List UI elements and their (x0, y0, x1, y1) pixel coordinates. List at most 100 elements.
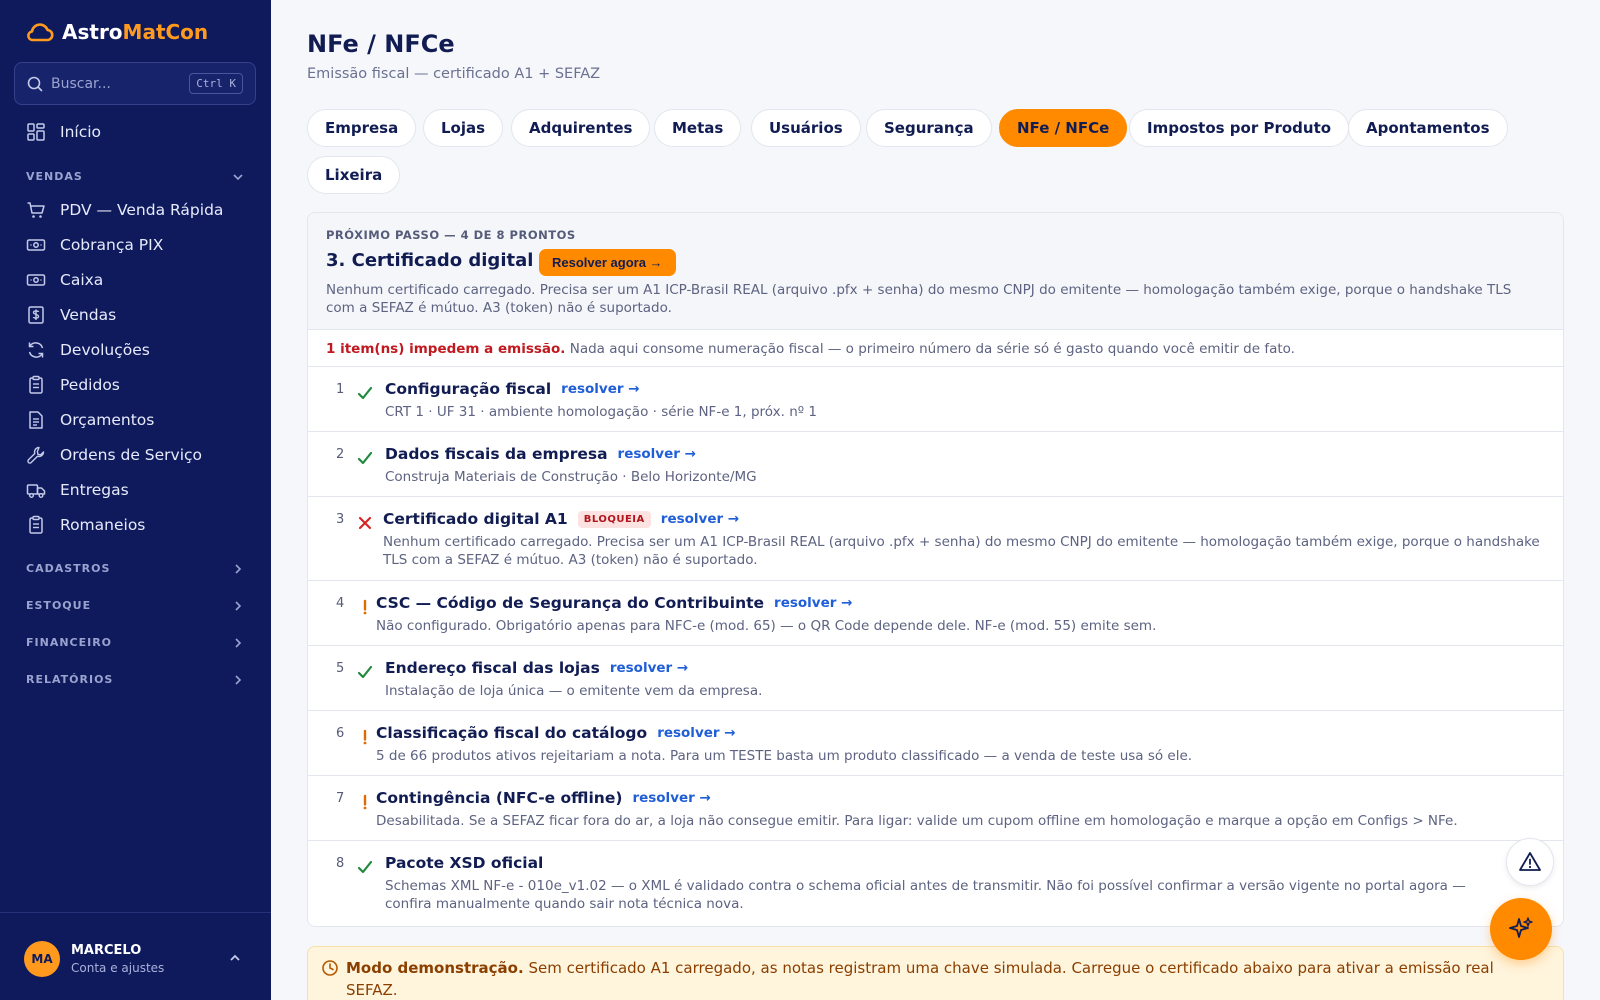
item-title: Endereço fiscal das lojas (385, 659, 600, 677)
ai-assistant-button[interactable] (1490, 898, 1552, 960)
document-icon (29, 411, 43, 429)
avatar: MA (24, 941, 60, 977)
item-title: Certificado digital A1 (383, 510, 568, 528)
brand-logo[interactable]: AstroMatCon (24, 20, 208, 44)
tab-impostos-por-produto[interactable]: Impostos por Produto (1129, 109, 1350, 147)
item-title: Pacote XSD oficial (385, 854, 544, 872)
section-label: FINANCEIRO (26, 636, 113, 649)
demo-mode-banner: Modo demonstração. Sem certificado A1 ca… (307, 946, 1564, 1000)
sidebar-item-label: Caixa (60, 271, 104, 289)
tab-adquirentes[interactable]: Adquirentes (511, 109, 651, 147)
chevron-up-icon (230, 954, 240, 961)
item-title: Contingência (NFC-e offline) (376, 789, 623, 807)
search-box[interactable]: Ctrl K (14, 62, 256, 105)
section-estoque[interactable]: ESTOQUE (26, 599, 244, 612)
item-title-row: Dados fiscais da empresa resolver → (385, 445, 696, 463)
sidebar-item-label: Devoluções (60, 341, 150, 359)
check-icon (357, 860, 373, 874)
search-icon (27, 76, 43, 91)
sidebar-item-pdv[interactable]: PDV — Venda Rápida (26, 198, 223, 222)
resolve-now-button[interactable]: Resolver agora → (539, 249, 676, 276)
tab-apontamentos[interactable]: Apontamentos (1348, 109, 1508, 147)
resolve-link[interactable]: resolver → (610, 660, 688, 676)
grid-icon (27, 123, 45, 141)
brand-name-part1: Astro (62, 20, 123, 44)
section-label: CADASTROS (26, 562, 111, 575)
resolve-link[interactable]: resolver → (618, 446, 696, 462)
sidebar: AstroMatCon Ctrl K Início VENDAS PDV — V… (0, 0, 271, 1000)
item-description: Nenhum certificado carregado. Precisa se… (383, 534, 1540, 568)
sidebar-item-pedidos[interactable]: Pedidos (26, 373, 120, 397)
check-icon (357, 451, 373, 465)
tab-metas[interactable]: Metas (654, 109, 742, 147)
truck-icon (26, 484, 46, 498)
section-cadastros[interactable]: CADASTROS (26, 562, 244, 575)
checklist-item-configuracao-fiscal: 1 Configuração fiscal resolver → CRT 1 ·… (308, 366, 1563, 431)
search-input[interactable] (51, 75, 190, 92)
blocking-badge: BLOQUEIA (577, 510, 651, 528)
clipboard-list-icon (29, 515, 43, 534)
x-icon (358, 516, 372, 530)
resolve-link[interactable]: resolver → (774, 595, 852, 611)
resolve-link[interactable]: resolver → (661, 511, 739, 527)
sidebar-item-caixa[interactable]: Caixa (26, 268, 103, 292)
tab-empresa[interactable]: Empresa (307, 109, 417, 147)
item-number: 6 (336, 726, 345, 741)
tab-nfe-nfce[interactable]: NFe / NFCe (999, 109, 1128, 147)
sidebar-item-label: PDV — Venda Rápida (60, 201, 224, 219)
exclamation-icon (363, 599, 367, 615)
item-number: 4 (336, 596, 345, 611)
sidebar-item-ordens-servico[interactable]: Ordens de Serviço (26, 443, 202, 467)
warning-triangle-icon (1519, 852, 1541, 871)
chevron-right-icon (235, 674, 242, 685)
cash-register-icon (26, 274, 46, 286)
section-financeiro[interactable]: FINANCEIRO (26, 636, 244, 649)
wrench-icon (27, 446, 45, 464)
sidebar-item-cobranca-pix[interactable]: Cobrança PIX (26, 233, 163, 257)
sidebar-item-devolucoes[interactable]: Devoluções (26, 338, 150, 362)
cash-icon (26, 239, 46, 251)
sidebar-item-label: Orçamentos (60, 411, 155, 429)
dollar-receipt-icon (28, 306, 44, 324)
resolve-link[interactable]: resolver → (657, 725, 735, 741)
demo-mode-text: Modo demonstração. Sem certificado A1 ca… (346, 957, 1546, 1000)
sidebar-item-label: Entregas (60, 481, 129, 499)
chevron-down-icon (233, 173, 243, 180)
item-title-row: Endereço fiscal das lojas resolver → (385, 659, 688, 677)
sidebar-item-label: Romaneios (60, 516, 146, 534)
item-number: 2 (336, 447, 345, 462)
sidebar-item-inicio[interactable]: Início (26, 120, 101, 144)
sidebar-item-entregas[interactable]: Entregas (26, 478, 129, 502)
clock-icon (322, 960, 338, 976)
tab-lixeira[interactable]: Lixeira (307, 156, 401, 194)
demo-mode-title: Modo demonstração. (346, 959, 524, 977)
user-subtitle: Conta e ajustes (71, 961, 165, 975)
section-vendas[interactable]: VENDAS (26, 170, 244, 183)
check-icon (357, 386, 373, 400)
item-description: Schemas XML NF-e - 010e_v1.02 — o XML é … (385, 878, 1466, 912)
sidebar-item-orcamentos[interactable]: Orçamentos (26, 408, 154, 432)
user-name: MARCELO (71, 943, 142, 958)
sidebar-item-romaneios[interactable]: Romaneios (26, 513, 145, 537)
user-account[interactable]: MA MARCELO Conta e ajustes (0, 912, 271, 1000)
section-relatorios[interactable]: RELATÓRIOS (26, 673, 244, 686)
section-label: VENDAS (26, 170, 83, 183)
item-number: 3 (336, 512, 345, 527)
tab-lojas[interactable]: Lojas (423, 109, 504, 147)
chevron-right-icon (235, 563, 242, 574)
section-label: ESTOQUE (26, 599, 92, 612)
tab-usuarios[interactable]: Usuários (751, 109, 861, 147)
resolve-link[interactable]: resolver → (632, 790, 710, 806)
sidebar-item-vendas[interactable]: Vendas (26, 303, 116, 327)
alerts-button[interactable] (1506, 838, 1554, 886)
item-title: Configuração fiscal (385, 380, 552, 398)
sparkles-icon (1509, 917, 1533, 938)
item-description: Desabilitada. Se a SEFAZ ficar fora do a… (376, 813, 1458, 829)
resolve-link[interactable]: resolver → (561, 381, 639, 397)
checklist-item-contingencia: 7 Contingência (NFC-e offline) resolver … (308, 775, 1563, 840)
next-step-eyebrow: PRÓXIMO PASSO — 4 DE 8 PRONTOS (326, 228, 576, 242)
blocking-message: 1 item(ns) impedem a emissão. Nada aqui … (326, 341, 1295, 357)
item-description: Construja Materiais de Construção · Belo… (385, 469, 757, 485)
item-number: 1 (336, 382, 345, 397)
tab-seguranca[interactable]: Segurança (866, 109, 992, 147)
